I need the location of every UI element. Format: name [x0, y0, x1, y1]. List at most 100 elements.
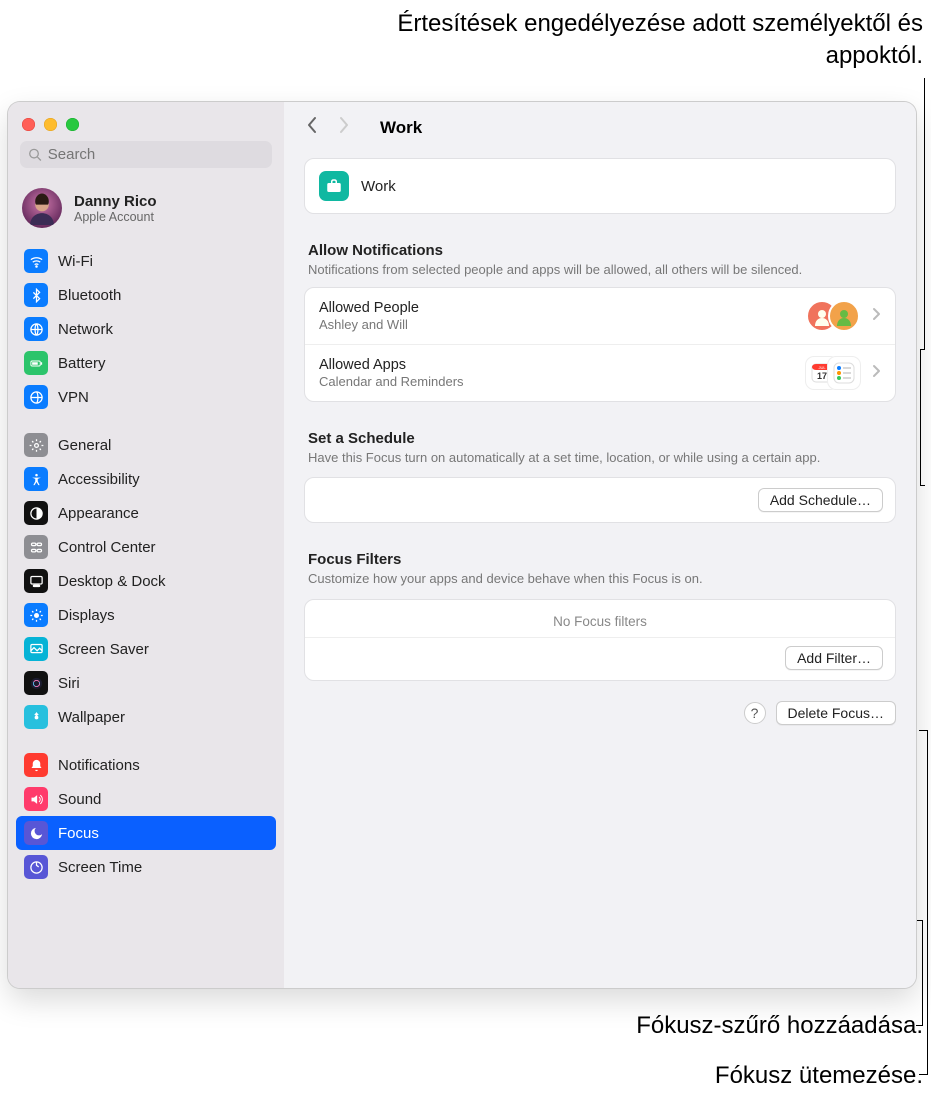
accessibility-icon [24, 467, 48, 491]
content-pane: Work Work Allow Notifications Notificati… [284, 102, 916, 988]
wallpaper-icon [24, 705, 48, 729]
search-icon [28, 147, 42, 162]
callout-line [922, 920, 923, 1025]
sidebar-item-wallpaper[interactable]: Wallpaper [16, 700, 276, 734]
annotation-top: Értesítések engedélyezése adott személye… [383, 8, 923, 73]
sidebar-item-appearance[interactable]: Appearance [16, 496, 276, 530]
vpn-icon [24, 385, 48, 409]
notifications-icon [24, 753, 48, 777]
sound-icon [24, 787, 48, 811]
add-filter-button[interactable]: Add Filter… [785, 646, 883, 670]
allowed-people-sub: Ashley and Will [319, 317, 804, 332]
wifi-icon [24, 249, 48, 273]
callout-line [927, 730, 928, 1074]
sidebar-item-notifications[interactable]: Notifications [16, 748, 276, 782]
sidebar-item-label: Network [58, 321, 113, 338]
close-icon[interactable] [22, 118, 35, 131]
allowed-apps-sub: Calendar and Reminders [319, 374, 804, 389]
sidebar-item-label: Wallpaper [58, 709, 125, 726]
back-button[interactable] [302, 114, 322, 142]
schedule-desc: Have this Focus turn on automatically at… [308, 449, 892, 467]
sidebar-item-bluetooth[interactable]: Bluetooth [16, 278, 276, 312]
sidebar-item-network[interactable]: Network [16, 312, 276, 346]
allow-desc: Notifications from selected people and a… [308, 261, 892, 279]
sidebar-item-general[interactable]: General [16, 428, 276, 462]
sidebar-item-label: Bluetooth [58, 287, 121, 304]
sidebar-item-label: Displays [58, 607, 115, 624]
sidebar-item-label: Accessibility [58, 471, 140, 488]
desktop-dock-icon [24, 569, 48, 593]
allowed-apps-title: Allowed Apps [319, 357, 804, 373]
sidebar-item-label: Focus [58, 825, 99, 842]
delete-focus-button[interactable]: Delete Focus… [776, 701, 896, 725]
schedule-heading: Set a Schedule [308, 430, 892, 447]
sidebar-item-displays[interactable]: Displays [16, 598, 276, 632]
minimize-icon[interactable] [44, 118, 57, 131]
siri-icon [24, 671, 48, 695]
control-center-icon [24, 535, 48, 559]
sidebar-item-label: VPN [58, 389, 89, 406]
reminders-icon [828, 357, 860, 389]
sidebar-item-control-center[interactable]: Control Center [16, 530, 276, 564]
sidebar-item-focus[interactable]: Focus [16, 816, 276, 850]
callout-line [920, 485, 925, 486]
focus-name: Work [361, 178, 396, 195]
displays-icon [24, 603, 48, 627]
search-field[interactable] [20, 141, 272, 168]
sidebar-item-label: Control Center [58, 539, 156, 556]
people-avatars [816, 300, 860, 332]
toolbar: Work [284, 102, 916, 154]
sidebar-item-desktop-dock[interactable]: Desktop & Dock [16, 564, 276, 598]
focus-name-card[interactable]: Work [304, 158, 896, 214]
callout-line [919, 730, 927, 731]
network-icon [24, 317, 48, 341]
profile-name: Danny Rico [74, 193, 157, 210]
profile-text: Danny Rico Apple Account [74, 193, 157, 224]
filters-desc: Customize how your apps and device behav… [308, 570, 892, 588]
zoom-icon[interactable] [66, 118, 79, 131]
sidebar-item-screen-saver[interactable]: Screen Saver [16, 632, 276, 666]
sidebar-item-siri[interactable]: Siri [16, 666, 276, 700]
briefcase-icon [319, 171, 349, 201]
apps-icons: JUL17 [816, 357, 860, 389]
sidebar-item-screen-time[interactable]: Screen Time [16, 850, 276, 884]
window-controls [8, 110, 284, 141]
sidebar-item-label: Notifications [58, 757, 140, 774]
sidebar-item-accessibility[interactable]: Accessibility [16, 462, 276, 496]
svg-text:17: 17 [817, 371, 827, 381]
sidebar-item-label: Wi-Fi [58, 253, 93, 270]
schedule-section-head: Set a Schedule Have this Focus turn on a… [308, 430, 892, 467]
help-button[interactable]: ? [744, 702, 766, 724]
callout-line [916, 1025, 923, 1026]
allowed-people-row[interactable]: Allowed People Ashley and Will [305, 288, 895, 344]
focus-icon [24, 821, 48, 845]
filters-card: No Focus filters Add Filter… [304, 599, 896, 681]
sidebar-item-label: Desktop & Dock [58, 573, 166, 590]
allowed-apps-row[interactable]: Allowed Apps Calendar and Reminders JUL1… [305, 344, 895, 401]
filters-empty: No Focus filters [305, 600, 895, 637]
chevron-right-icon [872, 307, 881, 326]
sidebar-item-wifi[interactable]: Wi-Fi [16, 244, 276, 278]
profile-row[interactable]: Danny Rico Apple Account [8, 180, 284, 240]
sidebar-item-sound[interactable]: Sound [16, 782, 276, 816]
sidebar-item-label: Siri [58, 675, 80, 692]
sidebar-item-vpn[interactable]: VPN [16, 380, 276, 414]
allow-heading: Allow Notifications [308, 242, 892, 259]
sidebar: Danny Rico Apple Account Wi-Fi Bluetooth N… [8, 102, 284, 988]
sidebar-item-label: Screen Saver [58, 641, 149, 658]
footer-row: ? Delete Focus… [304, 701, 896, 725]
callout-line [920, 349, 921, 485]
add-schedule-button[interactable]: Add Schedule… [758, 488, 883, 512]
svg-text:JUL: JUL [818, 365, 826, 370]
allowed-people-title: Allowed People [319, 300, 804, 316]
forward-button[interactable] [334, 114, 354, 142]
sidebar-nav: Wi-Fi Bluetooth Network Battery VPN General Ac… [8, 240, 284, 904]
battery-icon [24, 351, 48, 375]
sidebar-item-label: Screen Time [58, 859, 142, 876]
sidebar-item-battery[interactable]: Battery [16, 346, 276, 380]
settings-window: Danny Rico Apple Account Wi-Fi Bluetooth N… [8, 102, 916, 988]
sidebar-item-label: Sound [58, 791, 101, 808]
search-input[interactable] [48, 146, 264, 163]
filters-heading: Focus Filters [308, 551, 892, 568]
avatar [22, 188, 62, 228]
